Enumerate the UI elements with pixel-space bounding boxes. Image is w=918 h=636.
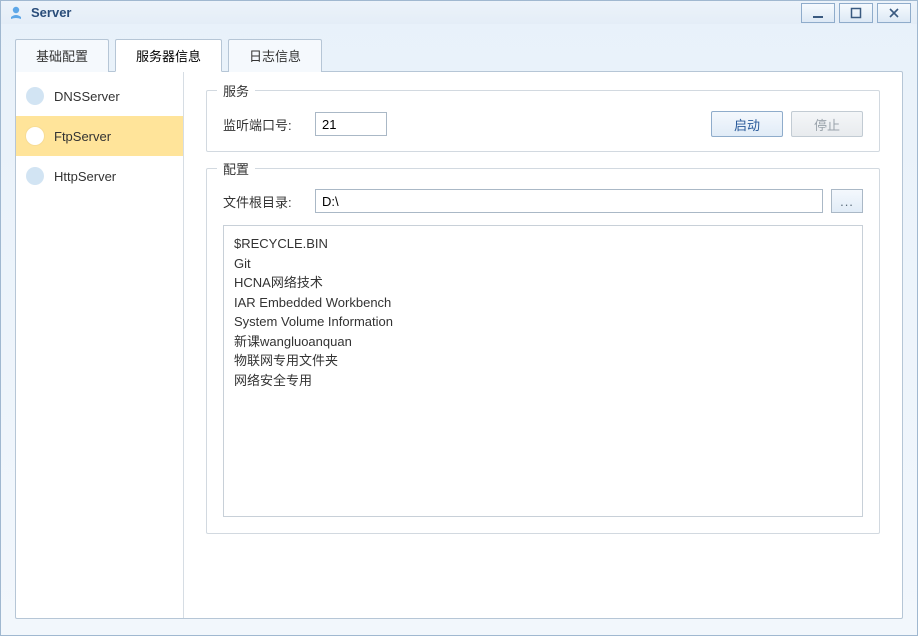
close-button[interactable] (877, 3, 911, 23)
file-list-item[interactable]: System Volume Information (234, 312, 852, 332)
server-window: Server 基础配置 服务器信息 日志信息 DNSServer (0, 0, 918, 636)
sidebar-item-httpserver[interactable]: HttpServer (16, 156, 183, 196)
maximize-button[interactable] (839, 3, 873, 23)
sidebar-item-ftpserver[interactable]: FtpServer (16, 116, 183, 156)
tab-basic-config[interactable]: 基础配置 (15, 39, 109, 72)
tab-label: 日志信息 (249, 49, 301, 64)
tab-label: 基础配置 (36, 49, 88, 64)
service-group: 服务 监听端口号: 启动 停止 (206, 90, 880, 152)
content-area: 基础配置 服务器信息 日志信息 DNSServer FtpServer Http… (1, 24, 917, 635)
file-list-item[interactable]: Git (234, 254, 852, 274)
file-list[interactable]: $RECYCLE.BINGitHCNA网络技术IAR Embedded Work… (223, 225, 863, 517)
tab-strip: 基础配置 服务器信息 日志信息 (15, 38, 903, 71)
tab-log-info[interactable]: 日志信息 (228, 39, 322, 72)
file-list-item[interactable]: 新课wangluoanquan (234, 332, 852, 352)
tab-panel: DNSServer FtpServer HttpServer 服务 监听端口号: (15, 71, 903, 619)
port-input[interactable] (315, 112, 387, 136)
service-row: 监听端口号: 启动 停止 (223, 111, 863, 137)
status-dot-icon (26, 127, 44, 145)
tab-label: 服务器信息 (136, 49, 201, 64)
sidebar-item-label: FtpServer (54, 129, 111, 144)
root-path-label: 文件根目录: (223, 192, 315, 211)
config-group-title: 配置 (217, 159, 255, 178)
titlebar[interactable]: Server (1, 1, 917, 24)
config-group: 配置 文件根目录: ... $RECYCLE.BINGitHCNA网络技术IAR… (206, 168, 880, 534)
start-button[interactable]: 启动 (711, 111, 783, 137)
root-path-input[interactable] (315, 189, 823, 213)
file-list-item[interactable]: IAR Embedded Workbench (234, 293, 852, 313)
window-title: Server (31, 5, 797, 20)
server-sidebar: DNSServer FtpServer HttpServer (16, 72, 184, 618)
sidebar-item-label: DNSServer (54, 89, 120, 104)
file-list-item[interactable]: HCNA网络技术 (234, 273, 852, 293)
file-list-item[interactable]: 网络安全专用 (234, 371, 852, 391)
browse-button[interactable]: ... (831, 189, 863, 213)
file-list-item[interactable]: 物联网专用文件夹 (234, 351, 852, 371)
window-controls (797, 3, 911, 23)
root-path-row: 文件根目录: ... (223, 189, 863, 213)
file-list-item[interactable]: $RECYCLE.BIN (234, 234, 852, 254)
stop-button[interactable]: 停止 (791, 111, 863, 137)
app-icon (7, 4, 25, 22)
tab-server-info[interactable]: 服务器信息 (115, 39, 222, 72)
sidebar-item-label: HttpServer (54, 169, 116, 184)
service-group-title: 服务 (217, 81, 255, 100)
minimize-button[interactable] (801, 3, 835, 23)
main-pane: 服务 监听端口号: 启动 停止 配置 文件根目录: ... (184, 72, 902, 618)
port-label: 监听端口号: (223, 115, 315, 134)
status-dot-icon (26, 167, 44, 185)
status-dot-icon (26, 87, 44, 105)
sidebar-item-dnsserver[interactable]: DNSServer (16, 76, 183, 116)
